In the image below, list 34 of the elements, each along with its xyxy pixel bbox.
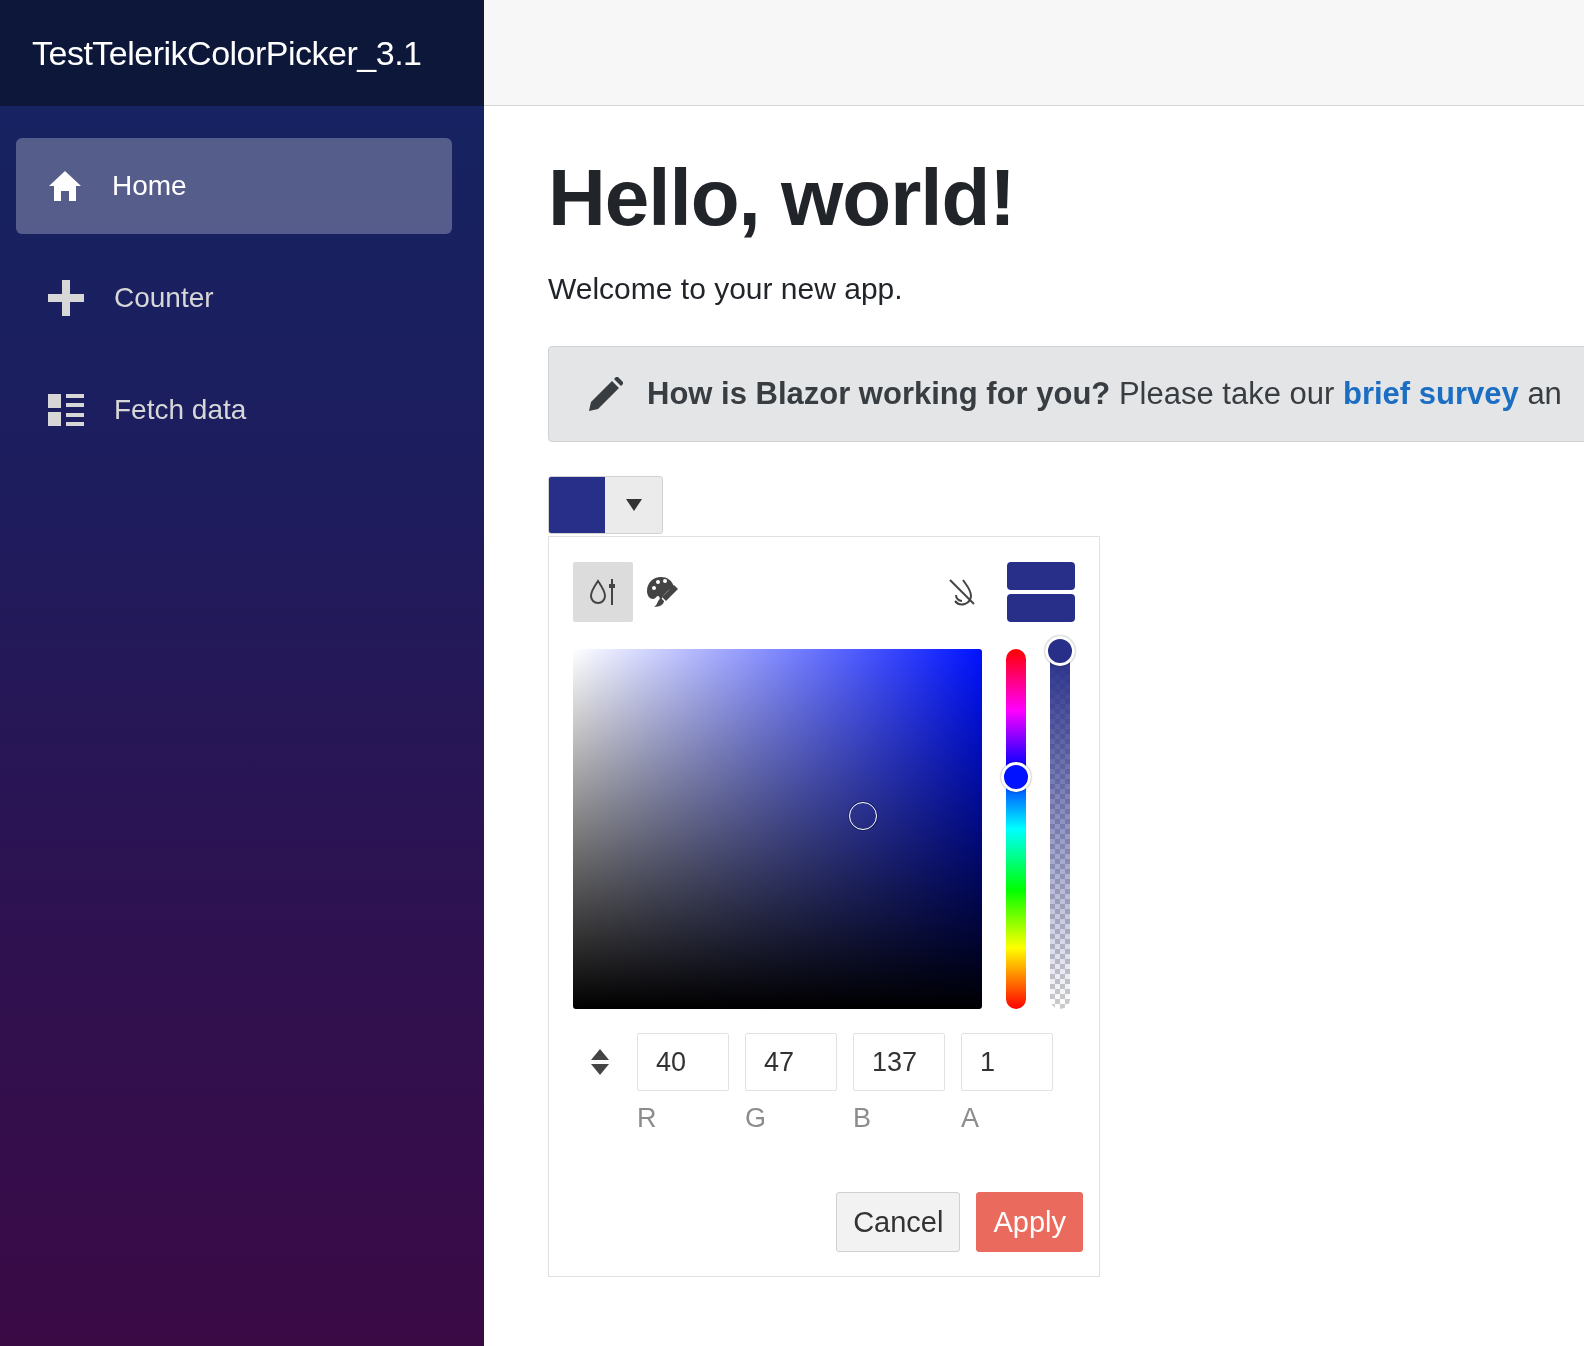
old-color-preview bbox=[1007, 594, 1075, 622]
clear-color-icon[interactable] bbox=[947, 577, 977, 607]
mode-button[interactable] bbox=[573, 562, 633, 622]
alpha-thumb[interactable] bbox=[1045, 636, 1075, 666]
channel-input[interactable]: 137 bbox=[853, 1033, 945, 1091]
list-icon bbox=[48, 394, 84, 426]
intro-text: Welcome to your new app. bbox=[548, 272, 903, 306]
app-title: TestTelerikColorPicker_3.1 bbox=[0, 0, 484, 106]
pencil-icon bbox=[589, 377, 623, 411]
nav-link[interactable]: Counter bbox=[16, 250, 452, 346]
nav-link[interactable]: Home bbox=[16, 138, 452, 234]
cancel-button[interactable]: Cancel bbox=[836, 1192, 961, 1252]
droplet-icon bbox=[588, 577, 618, 607]
channel-label: B bbox=[853, 1103, 872, 1134]
caret-icon bbox=[625, 499, 642, 511]
color-swatch bbox=[549, 477, 605, 533]
nav-link[interactable]: Fetch data bbox=[16, 362, 452, 458]
new-color-preview bbox=[1007, 562, 1075, 590]
channel-input[interactable]: 1 bbox=[961, 1033, 1053, 1091]
color-picker-button[interactable] bbox=[548, 476, 663, 534]
channel-input[interactable]: 40 bbox=[637, 1033, 729, 1091]
channel-input[interactable]: 47 bbox=[745, 1033, 837, 1091]
home-icon bbox=[48, 170, 82, 202]
plus-icon bbox=[48, 280, 84, 316]
palette-icon bbox=[646, 575, 680, 609]
channel-label: G bbox=[745, 1103, 767, 1134]
saturation-field[interactable] bbox=[573, 649, 982, 1009]
survey-prompt: How is Blazor working for you? Please take our brief survey an bbox=[647, 376, 1562, 412]
format-toggle[interactable] bbox=[590, 1047, 610, 1077]
survey-link[interactable]: brief survey bbox=[1343, 376, 1519, 411]
channel-label: A bbox=[961, 1103, 980, 1134]
channel-label: R bbox=[637, 1103, 658, 1134]
page-heading: Hello, world! bbox=[548, 152, 1015, 244]
hue-thumb[interactable] bbox=[1001, 762, 1031, 792]
